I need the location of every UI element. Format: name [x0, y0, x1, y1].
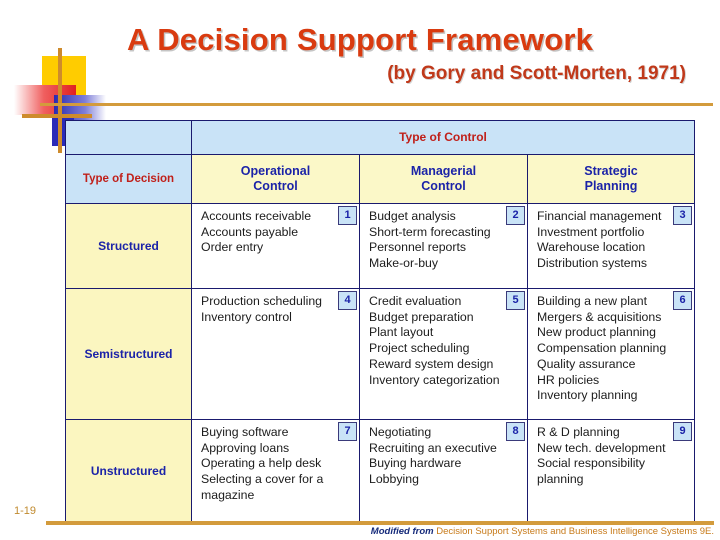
list-item: Mergers & acquisitions: [537, 309, 662, 324]
list-item: Building a new plant: [537, 294, 648, 308]
list-item: Lobbying: [369, 472, 419, 487]
list-item: New product planning: [537, 325, 656, 340]
cell-semistructured-managerial[interactable]: 5 Credit evaluation Budget preparation Pla…: [359, 288, 528, 420]
list-item: Short-term forecasting: [369, 224, 491, 239]
header-type-of-control: Type of Control: [191, 120, 695, 155]
column-header-managerial-control: Managerial Control: [359, 154, 528, 204]
page-title: A Decision Support Framework: [126, 22, 594, 57]
cell-semistructured-operational[interactable]: 4 Production scheduling Inventory control: [191, 288, 360, 420]
cell-badge: 9: [673, 422, 692, 441]
table-row: Semistructured 4 Production scheduling In…: [65, 288, 695, 420]
footer-credit: Modified from Decision Support Systems a…: [0, 526, 714, 537]
list-item: Buying software: [201, 425, 289, 439]
list-item: Investment portfolio: [537, 224, 645, 239]
cell-badge: 5: [506, 291, 525, 310]
item-list: Credit evaluation Budget preparation Plant…: [369, 294, 503, 388]
list-item: R & D planning: [537, 425, 620, 439]
cell-semistructured-strategic[interactable]: 6 Building a new plant Mergers & acquisit…: [527, 288, 695, 420]
list-item: Project scheduling: [369, 341, 470, 356]
cell-unstructured-managerial[interactable]: 8 Negotiating Recruiting an executive Buyi…: [359, 419, 528, 523]
list-item: Order entry: [201, 240, 264, 255]
cell-badge: 6: [673, 291, 692, 310]
cell-badge: 8: [506, 422, 525, 441]
table-header-row-columns: Type of Decision Operational Control Man…: [65, 154, 695, 204]
list-item: Accounts receivable: [201, 209, 312, 223]
list-item: Warehouse location: [537, 240, 646, 255]
item-list: Accounts receivable Accounts payable Order…: [201, 209, 335, 256]
cell-structured-operational[interactable]: 1 Accounts receivable Accounts payable Ord…: [191, 203, 360, 289]
list-item: HR policies: [537, 372, 600, 387]
list-item: Distribution systems: [537, 256, 648, 271]
item-list: Negotiating Recruiting an executive Buying…: [369, 425, 503, 488]
list-item: Inventory categorization: [369, 372, 500, 387]
list-item: Budget analysis: [369, 209, 456, 223]
row-label-structured: Structured: [65, 203, 192, 289]
list-item: Credit evaluation: [369, 294, 462, 308]
list-item: Plant layout: [369, 325, 434, 340]
table-corner-cell: [65, 120, 192, 155]
footer-credit-source: Decision Support Systems and Business In…: [436, 526, 714, 537]
list-item: Production scheduling: [201, 294, 322, 308]
cell-badge: 7: [338, 422, 357, 441]
footer-credit-lead: Modified from: [370, 526, 434, 537]
list-item: Negotiating: [369, 425, 432, 439]
item-list: Building a new plant Mergers & acquisitio…: [537, 294, 670, 404]
list-item: Recruiting an executive: [369, 440, 497, 455]
footer-divider: [46, 521, 714, 525]
item-list: R & D planning New tech. development Socia…: [537, 425, 670, 488]
cell-unstructured-operational[interactable]: 7 Buying software Approving loans Operatin…: [191, 419, 360, 523]
list-item: Social responsibility planning: [537, 456, 645, 487]
list-item: Inventory control: [201, 309, 292, 324]
list-item: Financial management: [537, 209, 662, 223]
page-subtitle: (by Gory and Scott-Morten, 1971): [387, 62, 686, 84]
list-item: Selecting a cover for a magazine: [201, 472, 324, 502]
list-item: Inventory planning: [537, 388, 638, 403]
list-item: Personnel reports: [369, 240, 467, 255]
list-item: Reward system design: [369, 356, 494, 371]
list-item: Operating a help desk: [201, 456, 322, 471]
header-type-of-decision: Type of Decision: [65, 154, 192, 204]
list-item: Approving loans: [201, 440, 290, 455]
cell-badge: 4: [338, 291, 357, 310]
list-item: Quality assurance: [537, 356, 636, 371]
item-list: Financial management Investment portfolio…: [537, 209, 670, 272]
decision-support-framework-table: Type of Control Type of Decision Operati…: [65, 120, 695, 523]
title-block: A Decision Support Framework (by Gory an…: [0, 22, 720, 85]
row-label-unstructured: Unstructured: [65, 419, 192, 523]
slide-number: 1-19: [14, 505, 37, 517]
table-header-row-control: Type of Control: [65, 120, 695, 155]
table-row: Unstructured 7 Buying software Approving …: [65, 419, 695, 523]
cell-unstructured-strategic[interactable]: 9 R & D planning New tech. development Soc…: [527, 419, 695, 523]
list-item: New tech. development: [537, 440, 666, 455]
cell-badge: 3: [673, 206, 692, 225]
list-item: Make-or-buy: [369, 256, 439, 271]
table-row: Structured 1 Accounts receivable Accounts…: [65, 203, 695, 289]
row-label-semistructured: Semistructured: [65, 288, 192, 420]
title-divider: [40, 103, 713, 106]
item-list: Budget analysis Short-term forecasting Per…: [369, 209, 503, 272]
column-header-operational-control: Operational Control: [191, 154, 360, 204]
list-item: Budget preparation: [369, 309, 474, 324]
cell-structured-strategic[interactable]: 3 Financial management Investment portfol…: [527, 203, 695, 289]
deco-horizontal-line: [22, 114, 92, 118]
column-header-strategic-planning: Strategic Planning: [527, 154, 695, 204]
cell-badge: 1: [338, 206, 357, 225]
cell-badge: 2: [506, 206, 525, 225]
list-item: Compensation planning: [537, 341, 667, 356]
list-item: Buying hardware: [369, 456, 462, 471]
cell-structured-managerial[interactable]: 2 Budget analysis Short-term forecasting P…: [359, 203, 528, 289]
list-item: Accounts payable: [201, 224, 299, 239]
item-list: Production scheduling Inventory control: [201, 294, 335, 325]
item-list: Buying software Approving loans Operating …: [201, 425, 335, 504]
